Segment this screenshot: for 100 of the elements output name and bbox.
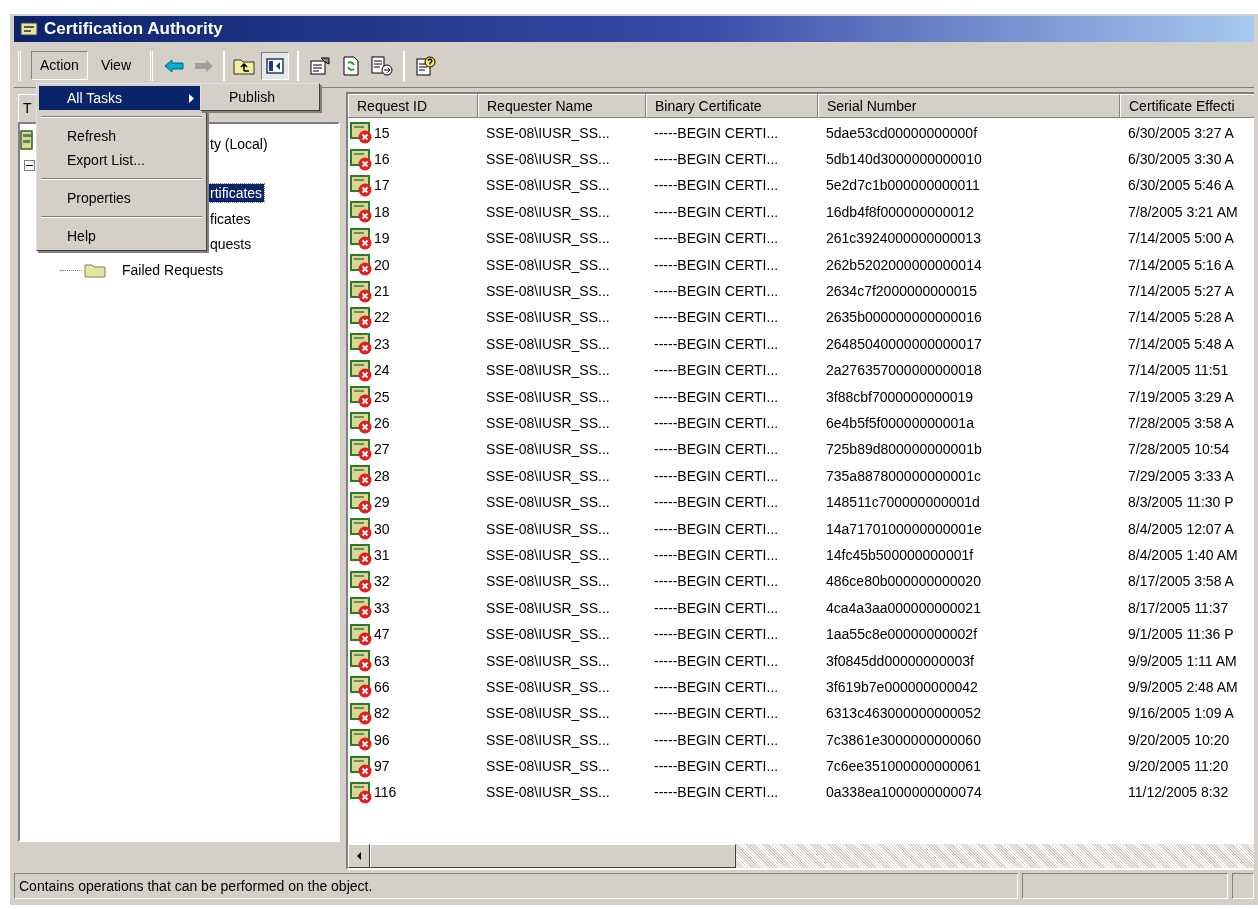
certificate-x-icon xyxy=(350,254,374,277)
column-header[interactable]: Binary Certificate xyxy=(646,94,818,118)
certificate-x-icon xyxy=(350,280,374,303)
certificate-x-icon xyxy=(350,306,374,329)
tree-item[interactable]: Failed Requests xyxy=(120,260,226,279)
table-cell-text: 9/20/2005 10:20 xyxy=(1128,730,1230,750)
tree-item[interactable]: rtificates xyxy=(208,184,265,202)
table-cell-text: 6/30/2005 5:46 A xyxy=(1128,176,1234,196)
tree-item[interactable]: ty (Local) xyxy=(208,134,270,155)
table-cell-text: 7/14/2005 5:28 A xyxy=(1128,308,1234,328)
table-cell-text: 5dae53cd00000000000f xyxy=(826,123,978,143)
certificate-x-icon xyxy=(350,333,374,356)
export-list-icon[interactable] xyxy=(371,55,393,76)
menu-item[interactable]: Publish xyxy=(203,86,317,108)
certificate-x-icon xyxy=(350,438,374,461)
table-cell-text: -----BEGIN CERTI... xyxy=(654,123,779,143)
table-cell-text: 20 xyxy=(374,255,390,275)
table-cell-text: -----BEGIN CERTI... xyxy=(654,704,779,724)
collapse-toggle-icon[interactable] xyxy=(24,160,35,171)
certificate-x-icon xyxy=(350,386,374,409)
status-panel xyxy=(1232,873,1254,899)
table-cell-text: 3f88cbf7000000000019 xyxy=(826,387,974,407)
table-cell-text: 725b89d800000000001b xyxy=(826,440,982,460)
tree-item[interactable]: ficates xyxy=(208,209,253,228)
table-cell-text: 47 xyxy=(374,625,390,645)
table-cell-text: -----BEGIN CERTI... xyxy=(654,757,779,777)
column-header[interactable]: Request ID xyxy=(348,94,478,118)
table-cell-text: 6/30/2005 3:27 A xyxy=(1128,123,1234,143)
table-cell-text: SSE-08\IUSR_SS... xyxy=(486,757,610,777)
table-cell-text: 7/14/2005 5:27 A xyxy=(1128,282,1234,302)
menu-item[interactable]: View xyxy=(91,51,140,80)
menu-item[interactable]: Refresh xyxy=(39,124,204,148)
table-cell-text: 486ce80b000000000020 xyxy=(826,572,981,592)
back-arrow-icon[interactable] xyxy=(163,57,185,74)
table-cell-text: -----BEGIN CERTI... xyxy=(654,282,779,302)
certificate-x-icon xyxy=(350,518,374,541)
scroll-left-button[interactable] xyxy=(348,844,370,868)
table-cell-text: 66 xyxy=(374,677,390,697)
table-cell-text: SSE-08\IUSR_SS... xyxy=(486,572,610,592)
table-cell-text: 26 xyxy=(374,414,390,433)
table-cell-text: 82 xyxy=(374,704,390,724)
table-cell-text: 735a887800000000001c xyxy=(826,466,981,486)
menu-item[interactable]: Help xyxy=(39,224,204,248)
menu-item[interactable]: Action xyxy=(31,51,88,80)
table-cell-text: SSE-08\IUSR_SS... xyxy=(486,730,610,750)
status-text: Contains operations that can be performed on the object. xyxy=(14,873,1018,899)
certificate-x-icon xyxy=(350,412,374,435)
table-cell-text: 7/28/2005 3:58 A xyxy=(1128,414,1234,433)
scroll-thumb[interactable] xyxy=(370,844,736,868)
certificate-x-icon xyxy=(350,729,374,752)
left-arrow-icon xyxy=(356,852,362,860)
submenu-arrow-icon xyxy=(189,93,194,103)
table-cell-text: 9/20/2005 11:20 xyxy=(1128,757,1229,777)
column-header[interactable]: Serial Number xyxy=(818,94,1120,118)
certificate-x-icon xyxy=(350,201,374,224)
table-cell-text: 31 xyxy=(374,545,390,565)
menu-item[interactable]: Export List... xyxy=(39,148,204,172)
table-cell-text: SSE-08\IUSR_SS... xyxy=(486,704,610,724)
menu-item[interactable]: Properties xyxy=(39,186,204,210)
table-cell-text: -----BEGIN CERTI... xyxy=(654,493,779,513)
table-cell-text: SSE-08\IUSR_SS... xyxy=(486,123,610,143)
table-cell-text: SSE-08\IUSR_SS... xyxy=(486,334,610,354)
table-cell-text: 0a338ea1000000000074 xyxy=(826,783,982,803)
table-cell-text: SSE-08\IUSR_SS... xyxy=(486,677,610,697)
table-cell-text: 6313c463000000000052 xyxy=(826,704,981,724)
table-cell-text: 7/14/2005 5:00 A xyxy=(1128,229,1234,249)
certificate-x-icon xyxy=(350,174,374,197)
table-cell-text: 5db140d3000000000010 xyxy=(826,150,982,170)
help-icon[interactable] xyxy=(415,54,437,77)
certificate-x-icon xyxy=(350,781,374,804)
table-cell-text: -----BEGIN CERTI... xyxy=(654,730,779,750)
table-cell-text: -----BEGIN CERTI... xyxy=(654,598,779,618)
table-cell-text: 148511c700000000001d xyxy=(826,493,980,513)
table-cell-text: 7c3861e3000000000060 xyxy=(826,730,981,750)
table-cell-text: -----BEGIN CERTI... xyxy=(654,414,779,433)
tree-item[interactable]: quests xyxy=(208,235,254,253)
table-cell-text: 32 xyxy=(374,572,390,592)
table-cell-text: 7/19/2005 3:29 A xyxy=(1128,387,1234,407)
table-cell-text: SSE-08\IUSR_SS... xyxy=(486,282,610,302)
table-cell-text: 33 xyxy=(374,598,390,618)
table-cell-text: -----BEGIN CERTI... xyxy=(654,255,779,275)
column-header[interactable]: Certificate Effecti xyxy=(1120,94,1254,118)
table-cell-text: 7/14/2005 5:16 A xyxy=(1128,255,1234,275)
table-cell-text: 30 xyxy=(374,519,390,539)
properties-icon[interactable] xyxy=(309,55,331,76)
table-cell-text: SSE-08\IUSR_SS... xyxy=(486,783,610,803)
table-cell-text: 24 xyxy=(374,361,390,381)
table-cell-text: -----BEGIN CERTI... xyxy=(654,334,779,354)
show-hide-tree-button[interactable] xyxy=(261,51,289,80)
ca-server-icon xyxy=(20,130,33,150)
table-cell-text: 16 xyxy=(374,150,390,170)
certificate-x-icon xyxy=(350,359,374,382)
table-cell-text: -----BEGIN CERTI... xyxy=(654,519,779,539)
column-header[interactable]: Requester Name xyxy=(478,94,646,118)
table-cell-text: -----BEGIN CERTI... xyxy=(654,229,779,249)
table-cell-text: -----BEGIN CERTI... xyxy=(654,387,779,407)
table-cell-text: 19 xyxy=(374,229,390,249)
refresh-icon[interactable] xyxy=(341,55,361,76)
certificate-x-icon xyxy=(350,544,374,567)
table-cell-text: 7/28/2005 10:54 xyxy=(1128,440,1230,460)
